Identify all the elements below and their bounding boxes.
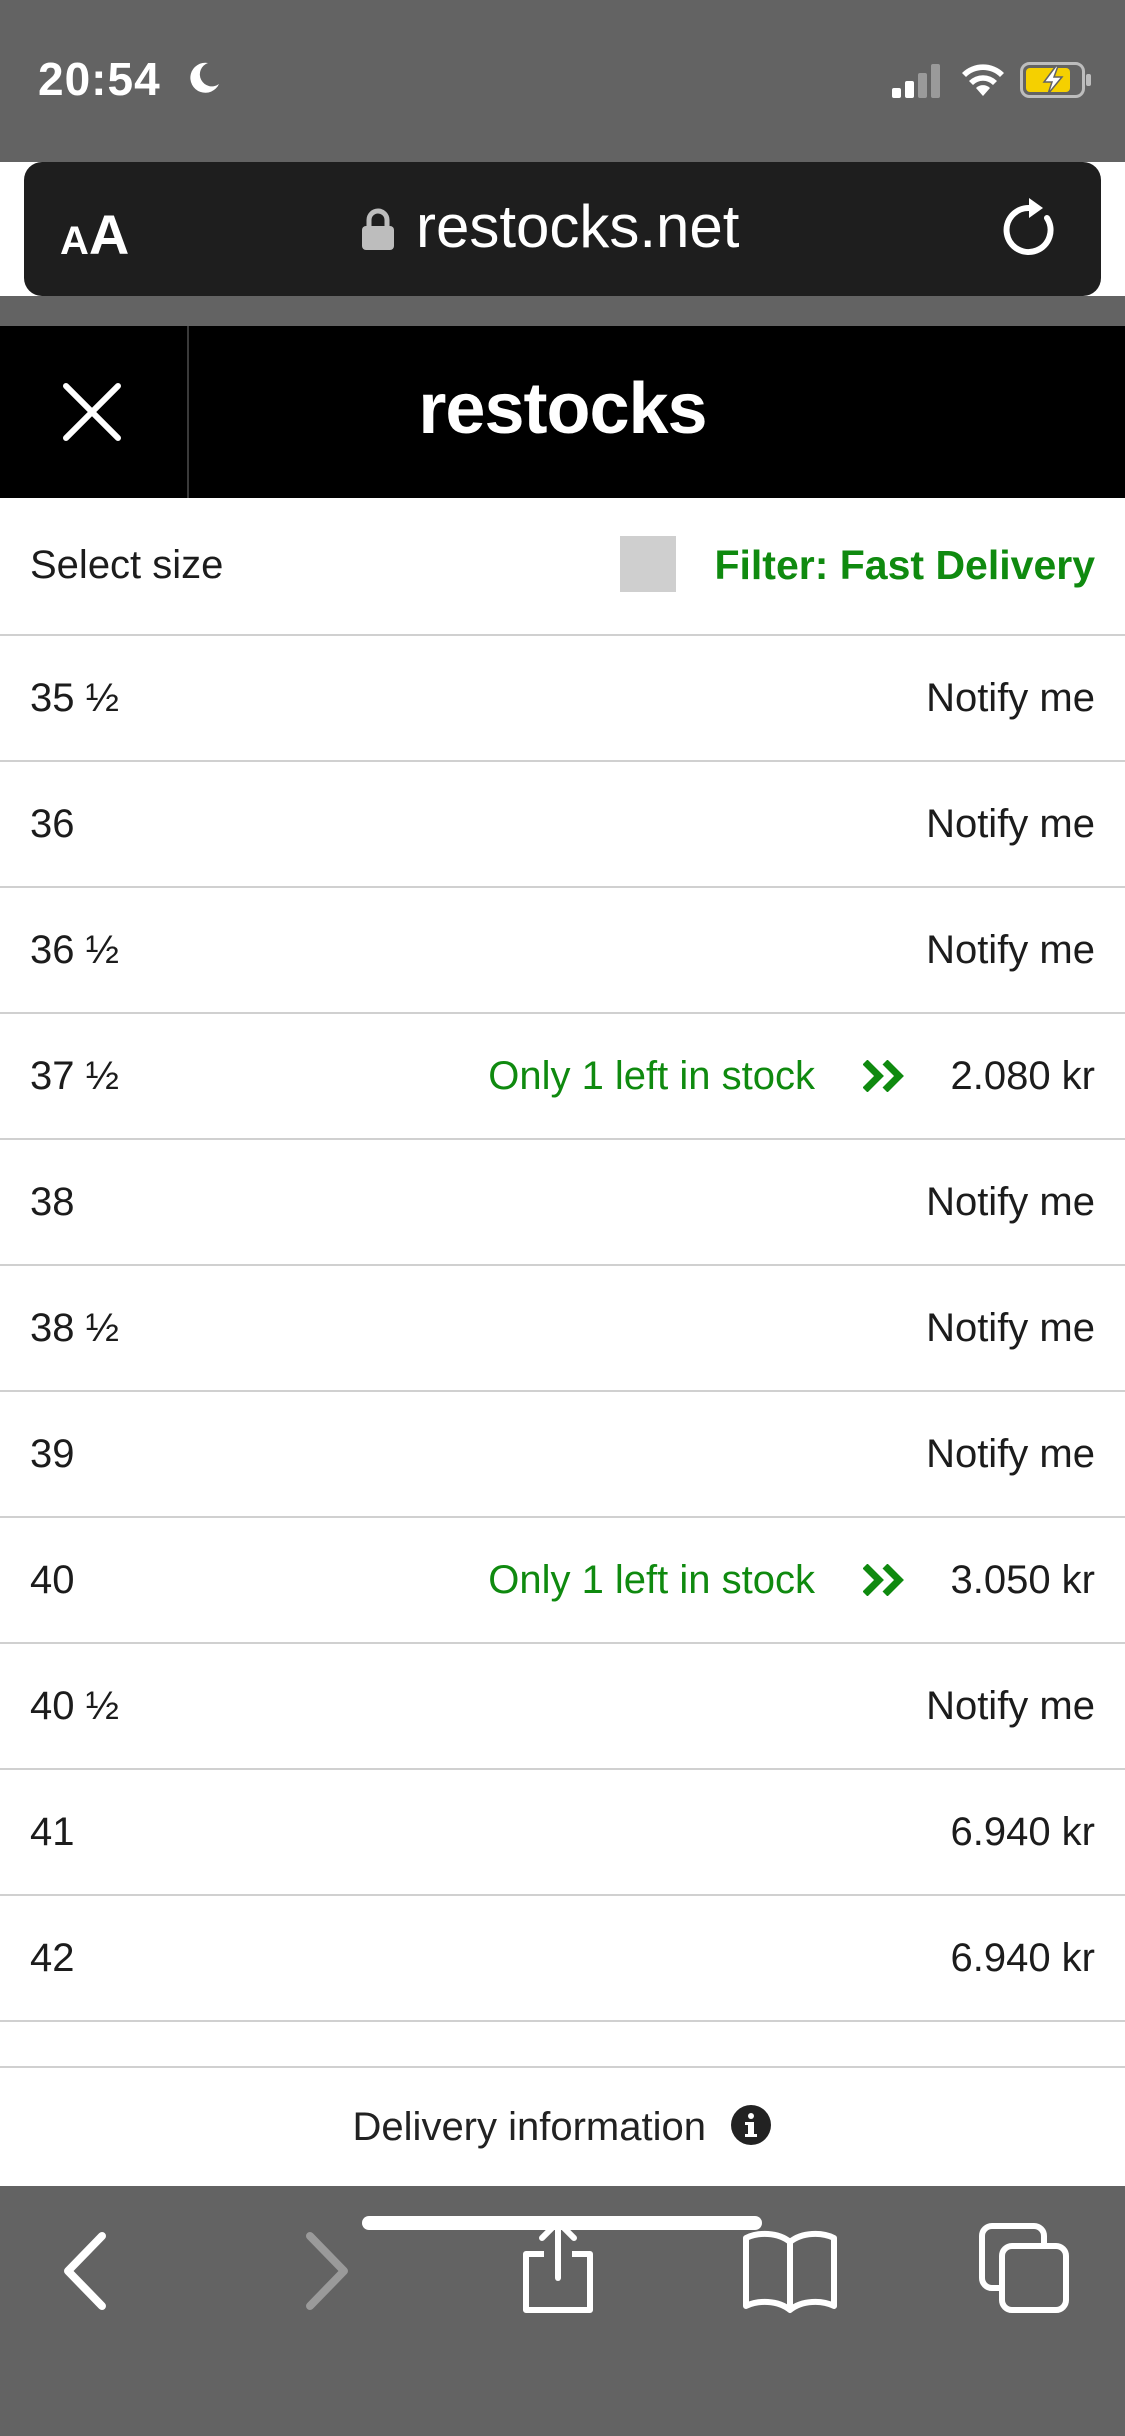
size-row[interactable]: 36 Notify me <box>0 762 1125 888</box>
moon-icon <box>186 60 222 101</box>
stock-status: Only 1 left in stock <box>488 1558 815 1602</box>
stock-status: Only 1 left in stock <box>488 1054 815 1098</box>
cellular-signal-icon <box>892 64 944 103</box>
delivery-information[interactable]: Delivery information <box>0 2068 1125 2186</box>
size-label: 41 <box>30 1810 75 1854</box>
size-label: 37 ½ <box>30 1054 119 1098</box>
size-label: 36 ½ <box>30 928 119 972</box>
fast-delivery-chevrons-icon <box>862 1563 907 1601</box>
size-row[interactable]: 38 ½ Notify me <box>0 1266 1125 1392</box>
size-label: 40 ½ <box>30 1684 119 1728</box>
price[interactable]: 3.050 kr <box>950 1558 1095 1603</box>
reload-icon[interactable] <box>996 192 1066 269</box>
book-icon[interactable] <box>742 2228 838 2319</box>
tabs-icon[interactable] <box>978 2222 1070 2319</box>
size-label: 38 ½ <box>30 1306 119 1350</box>
site-header: restocks <box>0 326 1125 498</box>
status-time: 20:54 <box>38 53 161 105</box>
home-indicator[interactable] <box>362 2216 762 2230</box>
lock-icon <box>360 208 396 257</box>
notify-me-link[interactable]: Notify me <box>926 676 1095 721</box>
notify-me-link[interactable]: Notify me <box>926 1306 1095 1351</box>
size-row[interactable]: 37 ½ Only 1 left in stock 2.080 kr <box>0 1014 1125 1140</box>
notify-me-link[interactable]: Notify me <box>926 802 1095 847</box>
size-label: 39 <box>30 1432 75 1476</box>
battery-charging-icon <box>1020 62 1092 103</box>
notify-me-link[interactable]: Notify me <box>926 928 1095 973</box>
size-label: 42 <box>30 1936 75 1980</box>
size-row[interactable]: 38 Notify me <box>0 1140 1125 1266</box>
notify-me-link[interactable]: Notify me <box>926 1684 1095 1729</box>
price[interactable]: 2.080 kr <box>950 1054 1095 1099</box>
fast-delivery-chevrons-icon <box>862 1059 907 1097</box>
back-chevron-icon[interactable] <box>60 2226 110 2321</box>
text-size-button[interactable]: AA <box>60 202 129 267</box>
size-label: 36 <box>30 802 75 846</box>
price[interactable]: 6.940 kr <box>950 1936 1095 1981</box>
fast-delivery-filter-label[interactable]: Filter: Fast Delivery <box>714 542 1095 589</box>
address-bar[interactable]: AA restocks.net <box>24 162 1101 296</box>
size-row[interactable]: 40 Only 1 left in stock 3.050 kr <box>0 1518 1125 1644</box>
size-row[interactable]: 39 Notify me <box>0 1392 1125 1518</box>
url-text[interactable]: restocks.net <box>416 192 739 261</box>
wifi-icon <box>960 60 1006 103</box>
notify-me-link[interactable]: Notify me <box>926 1432 1095 1477</box>
notify-me-link[interactable]: Notify me <box>926 1180 1095 1225</box>
price[interactable]: 6.940 kr <box>950 1810 1095 1855</box>
delivery-information-label[interactable]: Delivery information <box>353 2105 706 2150</box>
select-size-label: Select size <box>30 543 224 587</box>
size-list: 35 ½ Notify me 36 Notify me 36 ½ Notify … <box>0 636 1125 2022</box>
forward-chevron-icon[interactable] <box>302 2226 352 2321</box>
size-row[interactable]: 40 ½ Notify me <box>0 1644 1125 1770</box>
size-row[interactable]: 36 ½ Notify me <box>0 888 1125 1014</box>
size-label: 35 ½ <box>30 676 119 720</box>
info-icon[interactable] <box>730 2104 772 2151</box>
filter-row: Select size Filter: Fast Delivery <box>0 498 1125 636</box>
share-icon[interactable] <box>518 2216 598 2321</box>
text-size-small: A <box>60 219 89 263</box>
size-row[interactable]: 41 6.940 kr <box>0 1770 1125 1896</box>
site-logo[interactable]: restocks <box>0 368 1125 450</box>
size-label: 38 <box>30 1180 75 1224</box>
fast-delivery-checkbox[interactable] <box>620 536 676 592</box>
size-label: 40 <box>30 1558 75 1602</box>
status-bar: 20:54 <box>0 0 1125 162</box>
address-bar-bottom-strip <box>0 296 1125 326</box>
size-row[interactable]: 42 6.940 kr <box>0 1896 1125 2022</box>
size-row[interactable]: 35 ½ Notify me <box>0 636 1125 762</box>
text-size-big: A <box>88 203 130 266</box>
